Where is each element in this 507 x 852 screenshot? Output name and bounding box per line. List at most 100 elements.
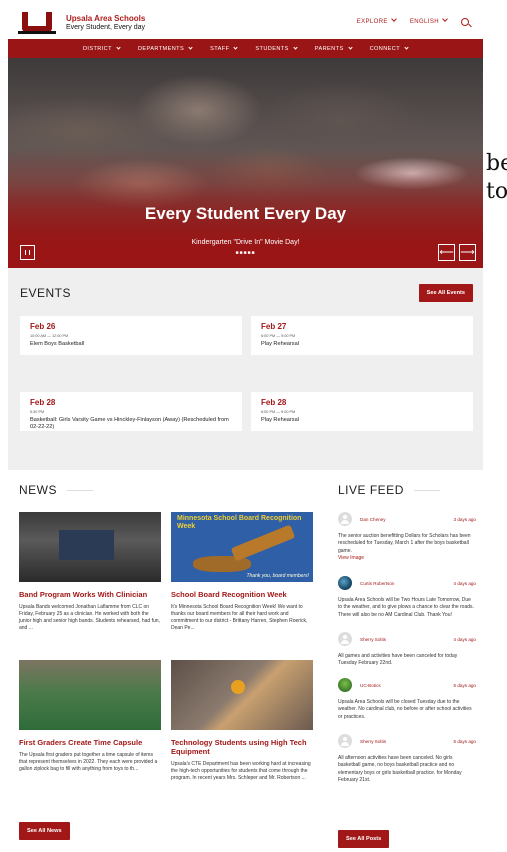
news-card[interactable]: Band Program Works With Clinician Upsala…: [19, 512, 161, 632]
post-time[interactable]: 4 days ago: [454, 637, 476, 642]
event-date: Feb 28: [30, 398, 56, 407]
header-utilities: EXPLORE ENGLISH: [356, 16, 469, 26]
news-excerpt: Upsala's CTE Department has been working…: [171, 761, 311, 781]
post-body: The senior auction benefitting Dollars f…: [338, 533, 476, 562]
site-header: Upsala Area Schools Every Student, Every…: [8, 7, 483, 39]
news-and-feed: NEWS LIVE FEED Band Program Works With C…: [8, 470, 483, 852]
heading-rule: [413, 489, 440, 491]
post-author[interactable]: UC-Botics: [360, 683, 381, 688]
avatar[interactable]: [338, 734, 352, 748]
event-time: 6:00 PM — 9:00 PM: [261, 334, 296, 338]
feed-post: UC-Botics 5 days ago Upsala Area Schools…: [338, 678, 476, 721]
avatar[interactable]: [338, 632, 352, 646]
nav-item-staff[interactable]: STAFF: [210, 45, 239, 52]
school-board-graphic[interactable]: Minnesota School Board Recognition Week …: [171, 512, 313, 582]
nav-label: PARENTS: [314, 45, 344, 52]
pause-button[interactable]: [20, 245, 35, 260]
events-heading: EVENTS: [20, 286, 72, 300]
chevron-down-icon: [116, 45, 121, 50]
event-date: Feb 26: [30, 322, 56, 331]
event-card[interactable]: Feb 27 6:00 PM — 9:00 PM Play Rehearsal: [251, 316, 473, 355]
language-menu[interactable]: ENGLISH: [409, 16, 448, 25]
feed-post: Sherry Soltis 5 days ago All afternoon a…: [338, 734, 476, 784]
post-text: The senior auction benefitting Dollars f…: [338, 533, 471, 554]
see-all-news-button[interactable]: See All News: [19, 822, 70, 840]
event-time: 10:00 AM — 12:00 PM: [30, 334, 69, 338]
language-label: ENGLISH: [409, 19, 439, 25]
school-name: Upsala Area Schools: [66, 13, 146, 23]
news-title[interactable]: School Board Recognition Week: [171, 590, 313, 599]
avatar[interactable]: [338, 512, 352, 526]
post-header: Sherry Soltis 4 days ago: [338, 632, 476, 646]
news-excerpt: The Upsala first graders put together a …: [19, 752, 158, 772]
nav-item-departments[interactable]: DEPARTMENTS: [138, 45, 193, 52]
chevron-down-icon: [233, 45, 239, 50]
previous-slide-button[interactable]: ⟵: [438, 244, 455, 261]
post-author[interactable]: Dan Cheney: [360, 517, 386, 522]
post-time[interactable]: 4 days ago: [454, 581, 476, 586]
brand[interactable]: Upsala Area Schools Every Student, Every…: [66, 13, 146, 31]
event-name: Basketball: Girls Varsity Game vs Hinckl…: [30, 417, 229, 430]
explore-menu[interactable]: EXPLORE: [356, 16, 397, 25]
news-title[interactable]: First Graders Create Time Capsule: [19, 738, 161, 747]
band-photo[interactable]: [19, 512, 161, 582]
hero-slideshow: Every Student Every Day Kindergarten "Dr…: [8, 58, 483, 268]
event-time: 5:30 PM: [30, 410, 45, 414]
event-date: Feb 27: [261, 322, 287, 331]
nav-item-parents[interactable]: PARENTS: [314, 45, 353, 52]
slide-caption: Kindergarten "Drive In" Movie Day!: [191, 239, 300, 246]
post-author[interactable]: Sherry Soltis: [360, 637, 386, 642]
slide-indicator-dots[interactable]: ■■■■■: [8, 250, 483, 256]
avatar[interactable]: [338, 576, 352, 590]
post-author[interactable]: Sherry Soltis: [360, 739, 386, 744]
see-all-posts-button[interactable]: See All Posts: [338, 830, 390, 848]
logo-u-shape: [22, 12, 52, 32]
explore-label: EXPLORE: [356, 19, 388, 25]
news-card[interactable]: Technology Students using High Tech Equi…: [171, 660, 313, 782]
event-card[interactable]: Feb 28 5:30 PM Basketball: Girls Varsity…: [20, 392, 242, 431]
logo-base: [18, 31, 56, 34]
event-card[interactable]: Feb 26 10:00 AM — 12:00 PM Elem Boys Bas…: [20, 316, 242, 355]
board-graphic-heading: Minnesota School Board Recognition Week: [177, 515, 302, 531]
view-image-link[interactable]: View Image: [338, 555, 364, 561]
post-header: UC-Botics 5 days ago: [338, 678, 476, 692]
hero-headline: Every Student Every Day: [144, 204, 347, 223]
feed-post: Sherry Soltis 4 days ago All games and a…: [338, 632, 476, 668]
next-slide-button[interactable]: ⟶: [459, 244, 476, 261]
main-nav: DISTRICT DEPARTMENTS STAFF STUDENTS PARE…: [8, 39, 483, 58]
post-time[interactable]: 5 days ago: [454, 739, 476, 744]
post-text: All afternoon activities have been cance…: [338, 755, 462, 783]
nav-item-students[interactable]: STUDENTS: [255, 45, 298, 52]
technology-photo[interactable]: [171, 660, 313, 730]
school-logo[interactable]: [18, 12, 56, 34]
nav-item-district[interactable]: DISTRICT: [83, 45, 121, 52]
post-time[interactable]: 5 days ago: [454, 683, 476, 688]
background-page-text: be to: [486, 151, 507, 204]
first-graders-photo[interactable]: [19, 660, 161, 730]
chevron-down-icon: [188, 45, 193, 50]
post-header: Sherry Soltis 5 days ago: [338, 734, 476, 748]
event-name: Play Rehearsal: [261, 417, 299, 423]
avatar[interactable]: [338, 678, 352, 692]
post-text: All games and activities have been cance…: [338, 653, 458, 667]
news-card[interactable]: Minnesota School Board Recognition Week …: [171, 512, 313, 632]
news-excerpt: It's Minnesota School Board Recognition …: [171, 604, 308, 631]
news-title[interactable]: Band Program Works With Clinician: [19, 590, 161, 599]
event-name: Elem Boys Basketball: [30, 341, 85, 347]
post-text: Upsala Area Schools will be Two Hours La…: [338, 597, 474, 618]
search-icon[interactable]: [461, 18, 469, 26]
post-author[interactable]: Curtis Robertson: [360, 581, 394, 586]
news-heading-wrap: NEWS: [19, 483, 93, 497]
event-card[interactable]: Feb 28 6:00 PM — 9:00 PM Play Rehearsal: [251, 392, 473, 431]
nav-item-connect[interactable]: CONNECT: [370, 45, 409, 52]
nav-label: STAFF: [210, 45, 230, 52]
post-time[interactable]: 3 days ago: [454, 517, 476, 522]
feed-post: Dan Cheney 3 days ago The senior auction…: [338, 512, 476, 562]
tagline: Every Student, Every day: [66, 23, 145, 31]
news-card[interactable]: First Graders Create Time Capsule The Up…: [19, 660, 161, 773]
see-all-events-button[interactable]: See All Events: [418, 284, 473, 302]
event-date: Feb 28: [261, 398, 287, 407]
news-title[interactable]: Technology Students using High Tech Equi…: [171, 738, 313, 756]
chevron-down-icon: [391, 16, 397, 22]
heading-rule: [67, 489, 93, 491]
